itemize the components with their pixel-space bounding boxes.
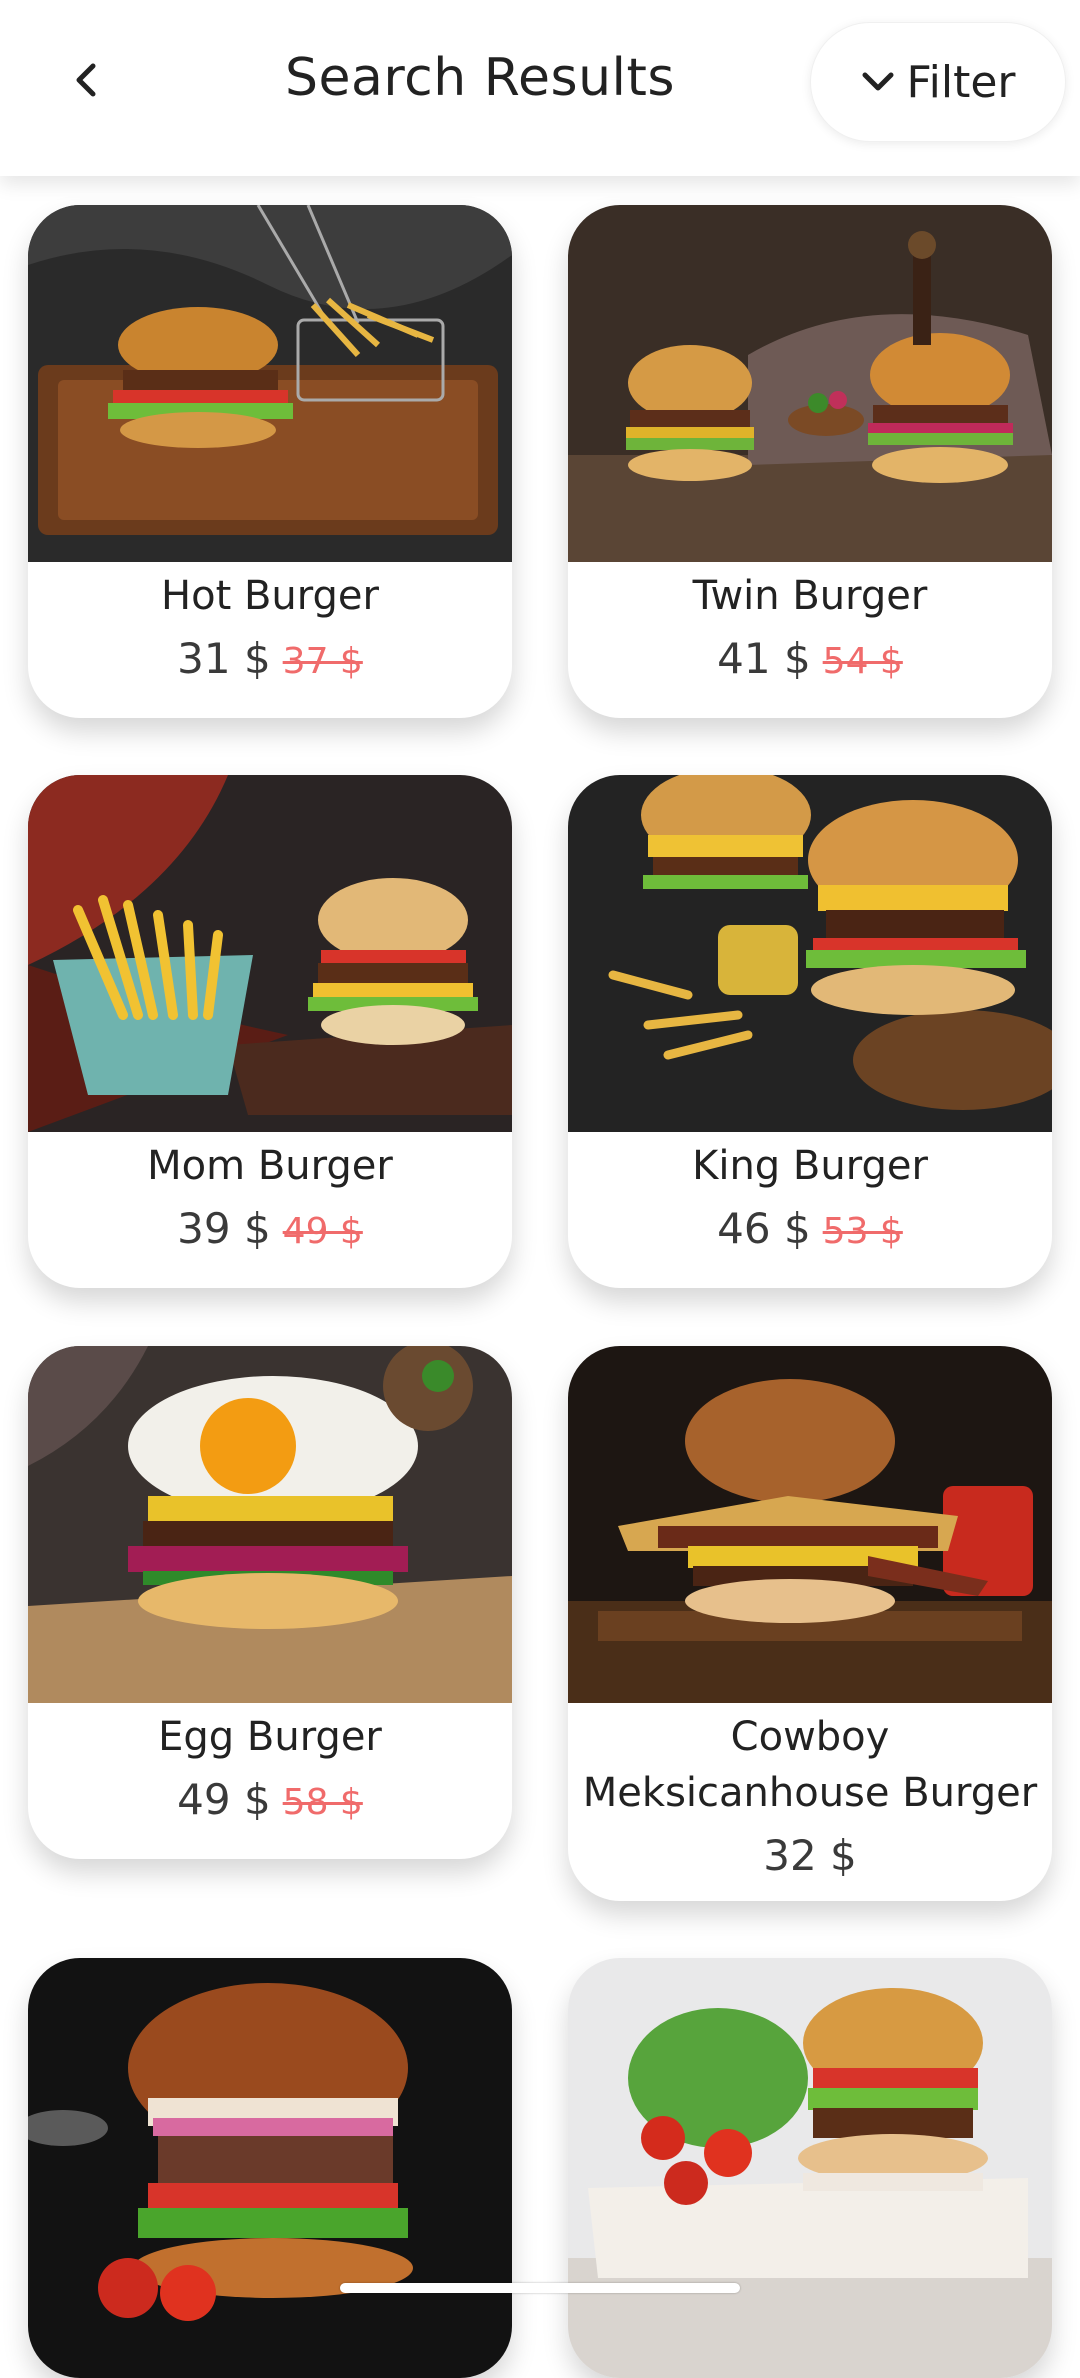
price: 32 $ bbox=[763, 1831, 857, 1880]
product-name: Twin Burger bbox=[692, 573, 928, 619]
price: 49 $ bbox=[177, 1775, 271, 1824]
burger-photo bbox=[28, 1346, 512, 1703]
price: 39 $ bbox=[177, 1204, 271, 1253]
product-name: Mom Burger bbox=[147, 1143, 393, 1189]
page-title: Search Results bbox=[285, 48, 675, 108]
price: 46 $ bbox=[717, 1204, 811, 1253]
price-row: 31 $ 37 $ bbox=[28, 632, 512, 695]
burger-photo bbox=[28, 205, 512, 562]
burger-photo bbox=[28, 775, 512, 1132]
filter-button[interactable]: Filter bbox=[810, 22, 1066, 142]
top-bar: Search Results Filter bbox=[0, 0, 1080, 176]
old-price: 53 $ bbox=[822, 1211, 903, 1252]
result-card-twin-burger[interactable]: Twin Burger 41 $ 54 $ bbox=[568, 205, 1052, 718]
burger-photo bbox=[568, 205, 1052, 562]
chevron-down-icon bbox=[862, 72, 894, 91]
price-row: 46 $ 53 $ bbox=[568, 1202, 1052, 1265]
chevron-left-icon bbox=[76, 63, 96, 97]
burger-photo bbox=[568, 1346, 1052, 1703]
result-card-egg-burger[interactable]: Egg Burger 49 $ 58 $ bbox=[28, 1346, 512, 1859]
old-price: 37 $ bbox=[282, 641, 363, 682]
result-card[interactable] bbox=[568, 1958, 1052, 2378]
result-card-hot-burger[interactable]: Hot Burger 31 $ 37 $ bbox=[28, 205, 512, 718]
price: 31 $ bbox=[177, 634, 271, 683]
product-name: Egg Burger bbox=[158, 1714, 382, 1760]
price-row: 49 $ 58 $ bbox=[28, 1773, 512, 1836]
old-price: 58 $ bbox=[282, 1782, 363, 1823]
burger-photo bbox=[568, 775, 1052, 1132]
result-card[interactable] bbox=[28, 1958, 512, 2378]
result-card-mom-burger[interactable]: Mom Burger 39 $ 49 $ bbox=[28, 775, 512, 1288]
product-name: King Burger bbox=[692, 1143, 928, 1189]
back-button[interactable] bbox=[58, 52, 114, 108]
price-row: 41 $ 54 $ bbox=[568, 632, 1052, 695]
result-card-cowboy-meksicanhouse-burger[interactable]: Cowboy Meksicanhouse Burger 32 $ bbox=[568, 1346, 1052, 1901]
burger-photo bbox=[568, 1958, 1052, 2378]
filter-label: Filter bbox=[906, 56, 1016, 108]
home-indicator[interactable] bbox=[340, 2283, 740, 2293]
results-grid: Hot Burger 31 $ 37 $ Twin Burger 41 $ 54 … bbox=[0, 0, 1080, 2378]
price-row: 39 $ 49 $ bbox=[28, 1202, 512, 1265]
price: 41 $ bbox=[717, 634, 811, 683]
price-row: 32 $ bbox=[568, 1829, 1052, 1892]
product-name: Hot Burger bbox=[161, 573, 379, 619]
burger-photo bbox=[28, 1958, 512, 2378]
result-card-king-burger[interactable]: King Burger 46 $ 53 $ bbox=[568, 775, 1052, 1288]
product-name: Cowboy Meksicanhouse Burger bbox=[582, 1714, 1038, 1816]
old-price: 49 $ bbox=[282, 1211, 363, 1252]
old-price: 54 $ bbox=[822, 641, 903, 682]
